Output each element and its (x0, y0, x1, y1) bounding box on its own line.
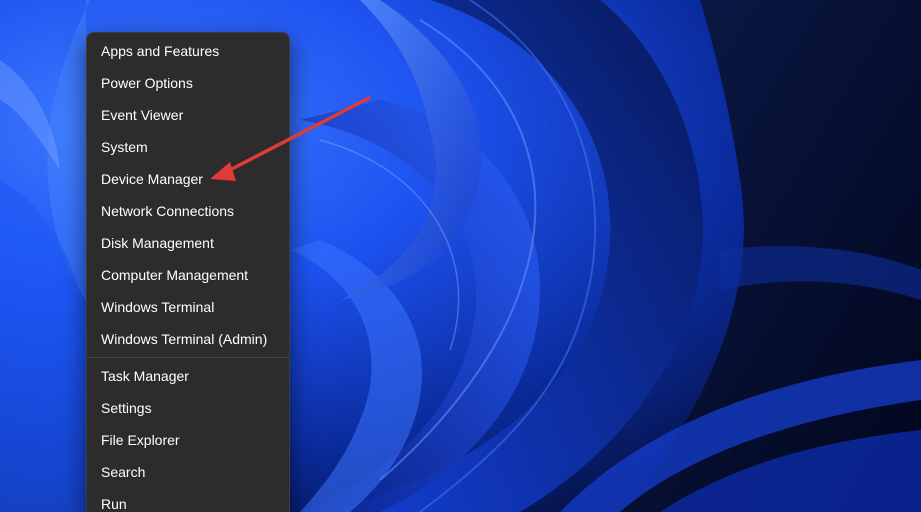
winx-context-menu: Apps and Features Power Options Event View… (86, 32, 290, 512)
menu-item-disk-management[interactable]: Disk Management (87, 227, 289, 259)
menu-separator (87, 357, 289, 358)
menu-item-settings[interactable]: Settings (87, 392, 289, 424)
menu-item-task-manager[interactable]: Task Manager (87, 360, 289, 392)
menu-item-event-viewer[interactable]: Event Viewer (87, 99, 289, 131)
menu-item-apps-and-features[interactable]: Apps and Features (87, 35, 289, 67)
menu-item-system[interactable]: System (87, 131, 289, 163)
menu-item-file-explorer[interactable]: File Explorer (87, 424, 289, 456)
menu-item-run[interactable]: Run (87, 488, 289, 512)
menu-item-windows-terminal[interactable]: Windows Terminal (87, 291, 289, 323)
menu-group-apps: Task Manager Settings File Explorer Search R… (87, 360, 289, 512)
menu-item-windows-terminal-admin[interactable]: Windows Terminal (Admin) (87, 323, 289, 355)
menu-item-search[interactable]: Search (87, 456, 289, 488)
menu-item-computer-management[interactable]: Computer Management (87, 259, 289, 291)
menu-item-network-connections[interactable]: Network Connections (87, 195, 289, 227)
menu-group-system-tools: Apps and Features Power Options Event View… (87, 35, 289, 355)
menu-item-power-options[interactable]: Power Options (87, 67, 289, 99)
menu-item-device-manager[interactable]: Device Manager (87, 163, 289, 195)
desktop: Apps and Features Power Options Event View… (0, 0, 921, 512)
